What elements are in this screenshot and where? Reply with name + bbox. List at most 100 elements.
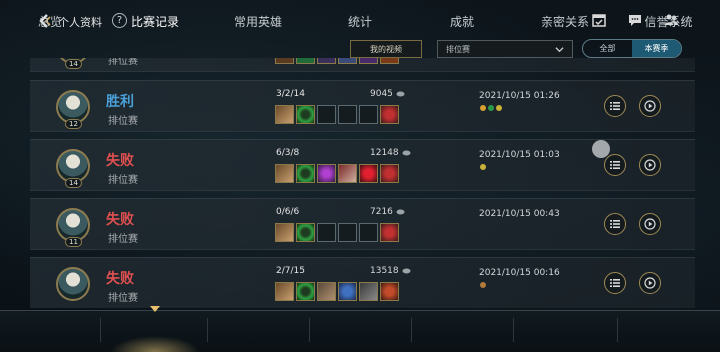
item-slot [317,164,336,183]
item-slot [317,282,336,301]
nav-common-champions[interactable]: 常用英雄 [207,0,309,42]
badges [480,164,486,170]
my-videos-button[interactable]: 我的视频 [350,40,422,58]
match-mode: 排位赛 [108,58,138,67]
level-badge: 11 [65,237,82,247]
item-slots [275,58,399,64]
match-result: 失败 [106,212,134,228]
details-button[interactable] [604,95,626,117]
item-slot [380,58,399,64]
item-slot [338,282,357,301]
item-slot [338,223,357,242]
match-result: 失败 [106,271,134,287]
item-slot [380,223,399,242]
item-slot [380,164,399,183]
item-slots [275,282,399,301]
level-badge: 12 [65,119,82,129]
item-slot [296,282,315,301]
gold-value: 9045 [370,89,393,99]
replay-button[interactable] [639,154,661,176]
item-slot [380,282,399,301]
badge-icon [480,282,486,288]
item-slot [296,223,315,242]
nav-statistics[interactable]: 统计 [309,0,411,42]
item-slot [275,164,294,183]
nav-divider [513,318,514,342]
badge-icon [488,105,494,111]
item-slot [317,58,336,64]
nav-relationships[interactable]: 亲密关系 [513,0,617,42]
item-slot [338,105,357,124]
item-slot [338,164,357,183]
item-slots [275,164,399,183]
nav-match-history[interactable]: 比赛记录 [103,0,207,42]
list-icon [610,279,620,287]
match-list[interactable]: 14 排位赛 12 胜利 排位赛 3/2/14 9045 2021/10/15 … [30,58,695,308]
badge-icon [496,105,502,111]
play-circle-icon [644,159,656,171]
list-icon [610,220,620,228]
match-mode: 排位赛 [108,234,138,245]
nav-divider [617,318,618,342]
details-button[interactable] [604,213,626,235]
match-mode: 排位赛 [108,293,138,304]
kda: 2/7/15 [276,266,305,276]
nav-honor-system[interactable]: 信誉系统 [617,0,720,42]
match-row[interactable]: 失败 排位赛 2/7/15 13518 2021/10/15 00:16 [30,257,695,308]
list-icon [610,161,620,169]
bottom-nav [0,310,720,352]
level-badge: 14 [65,178,82,188]
tab-all[interactable]: 全部 [583,40,632,57]
chevron-down-icon [555,47,564,53]
active-tab-glow [110,336,200,352]
replay-button[interactable] [639,95,661,117]
nav-achievements[interactable]: 成就 [411,0,513,42]
nav-overview[interactable]: 总览 [0,0,100,42]
kda: 0/6/6 [276,207,300,217]
play-circle-icon [644,277,656,289]
item-slot [317,105,336,124]
tab-current-season[interactable]: 本赛季 [632,40,681,57]
gold-value: 12148 [370,148,399,158]
match-mode: 排位赛 [108,116,138,127]
mode-select[interactable]: 排位赛 [437,40,573,58]
gold-coins-icon [402,268,411,274]
gold-coins-icon [402,150,411,156]
match-time: 2021/10/15 00:43 [479,209,560,219]
details-button[interactable] [604,272,626,294]
match-time: 2021/10/15 01:26 [479,91,560,101]
gold: 13518 [370,266,411,276]
list-icon [610,102,620,110]
gold: 12148 [370,148,411,158]
item-slot [359,223,378,242]
replay-button[interactable] [639,272,661,294]
item-slot [296,164,315,183]
nav-divider [207,318,208,342]
item-slot [275,282,294,301]
item-slots [275,105,399,124]
gold-coins-icon [396,209,405,215]
item-slot [275,58,294,64]
item-slot [338,58,357,64]
details-button[interactable] [604,154,626,176]
item-slot [359,105,378,124]
play-circle-icon [644,100,656,112]
match-row[interactable]: 11 失败 排位赛 0/6/6 7216 2021/10/15 00:43 [30,198,695,250]
item-slots [275,223,399,242]
item-slot [359,164,378,183]
kda: 6/3/8 [276,148,300,158]
match-result: 失败 [106,153,134,169]
item-slot [275,105,294,124]
level-badge: 14 [65,59,82,69]
match-result: 胜利 [106,94,134,110]
play-circle-icon [644,218,656,230]
item-slot [317,223,336,242]
item-slot [296,58,315,64]
item-slot [275,223,294,242]
replay-button[interactable] [639,213,661,235]
match-mode: 排位赛 [108,175,138,186]
gold-value: 7216 [370,207,393,217]
match-row-partial[interactable]: 14 排位赛 [30,58,695,72]
match-row[interactable]: 12 胜利 排位赛 3/2/14 9045 2021/10/15 01:26 [30,80,695,132]
nav-divider [100,318,101,342]
